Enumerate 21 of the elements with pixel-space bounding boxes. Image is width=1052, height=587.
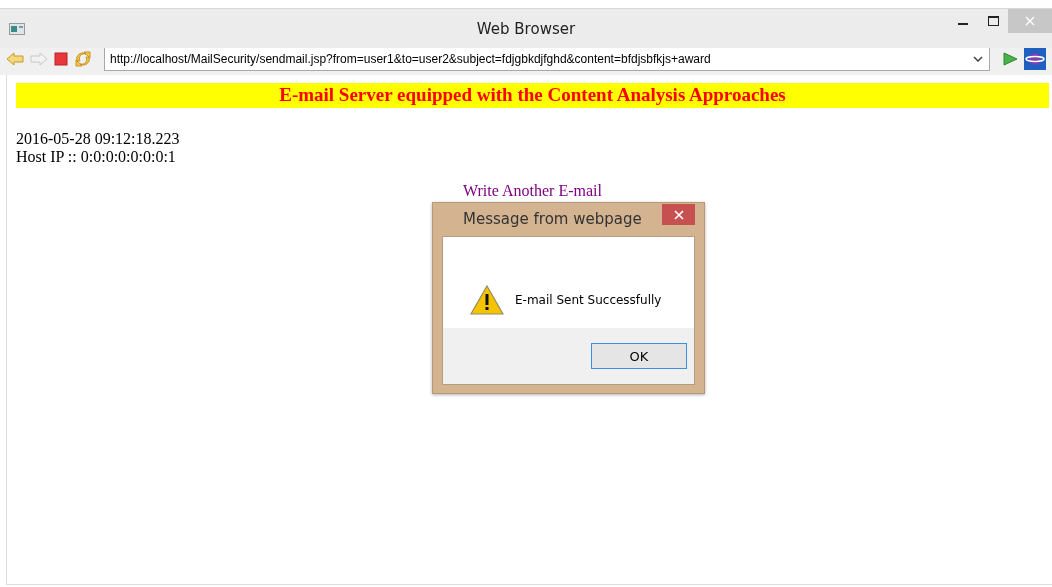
timestamp-text: 2016-05-28 09:12:18.223 (16, 130, 180, 147)
ok-button[interactable]: OK (591, 343, 687, 369)
back-button[interactable] (6, 52, 24, 66)
write-email-link[interactable]: Write Another E-mail (463, 182, 602, 199)
dialog-close-button[interactable] (662, 204, 695, 225)
refresh-button[interactable] (74, 50, 92, 68)
warning-icon (470, 285, 504, 315)
dialog-message: E-mail Sent Successfully (515, 293, 662, 307)
globe-icon[interactable] (1024, 48, 1046, 70)
app-icon (9, 22, 25, 35)
host-ip-text: Host IP :: 0:0:0:0:0:0:0:1 (16, 148, 176, 165)
window-title: Web Browser (476, 19, 576, 38)
address-field[interactable]: http://localhost/MailSecurity/sendmail.jsp?from=user1&to=user2&subject=fdjgbkdjfghd&content=bfdjsbfkjs+award (104, 47, 990, 71)
close-icon (673, 209, 684, 220)
page-banner: E-mail Server equipped with the Content Analysis Approaches (16, 83, 1049, 108)
maximize-icon[interactable] (987, 16, 999, 26)
dropdown-icon[interactable] (973, 56, 983, 62)
stop-button[interactable] (54, 52, 68, 66)
dialog-title: Message from webpage (463, 210, 642, 228)
go-button[interactable] (1002, 52, 1018, 66)
close-icon (1025, 16, 1035, 26)
